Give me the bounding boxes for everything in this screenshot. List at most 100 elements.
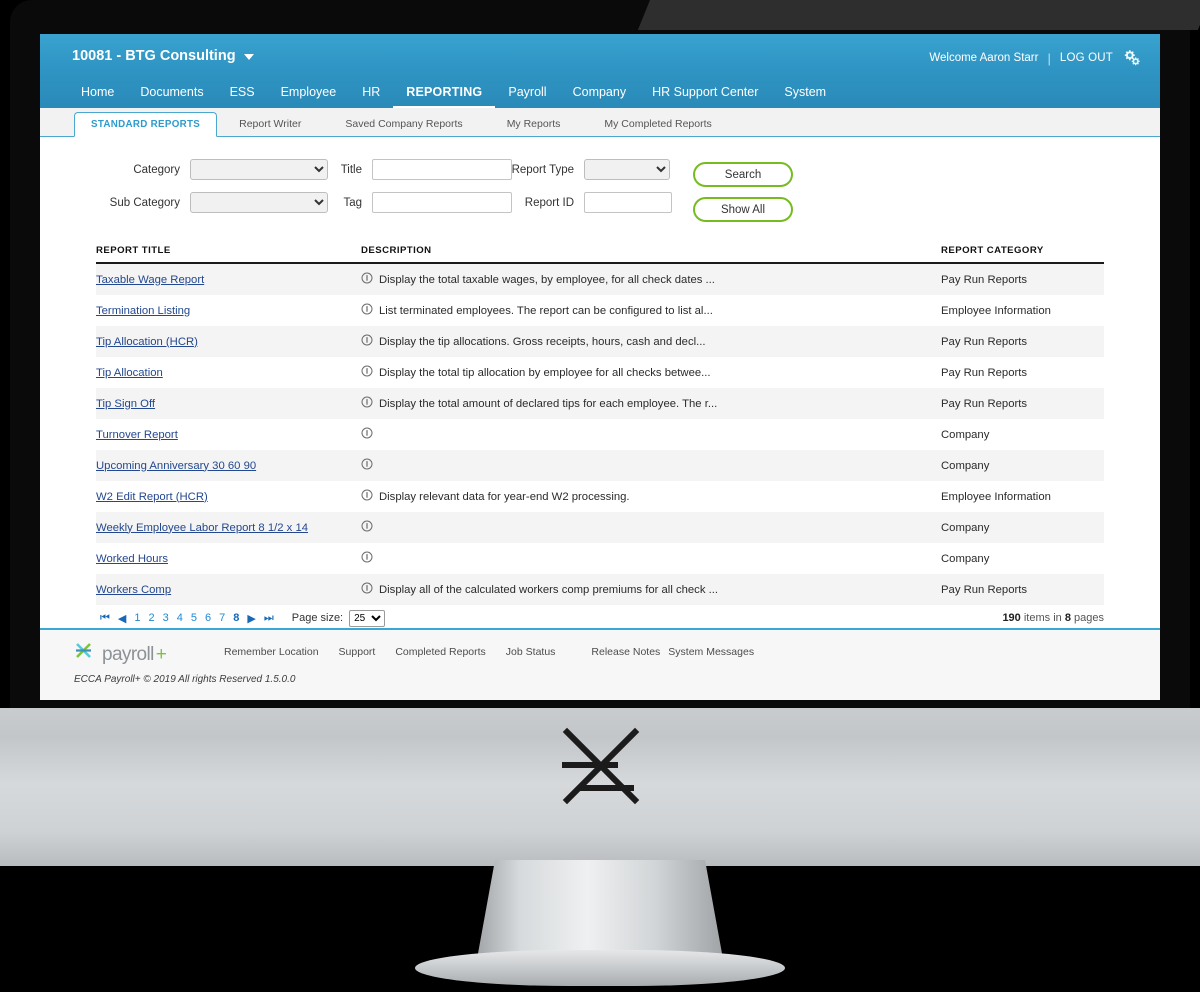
nav-item-system[interactable]: System xyxy=(771,85,839,108)
category-select[interactable] xyxy=(190,159,328,180)
nav-item-payroll[interactable]: Payroll xyxy=(495,85,559,108)
info-icon[interactable] xyxy=(361,458,373,473)
nav-item-documents[interactable]: Documents xyxy=(127,85,216,108)
report-title-link[interactable]: W2 Edit Report (HCR) xyxy=(96,491,208,503)
page-number-7[interactable]: 7 xyxy=(219,612,225,624)
logout-link[interactable]: LOG OUT xyxy=(1060,52,1113,64)
result-count-items: 190 xyxy=(1002,612,1021,624)
info-icon[interactable] xyxy=(361,489,373,504)
report-title-link[interactable]: Tip Sign Off xyxy=(96,398,155,410)
nav-item-ess[interactable]: ESS xyxy=(217,85,268,108)
cell-report-title: Turnover Report xyxy=(96,419,361,450)
company-name: 10081 - BTG Consulting xyxy=(72,48,236,64)
footer-link-support[interactable]: Support xyxy=(339,646,376,658)
page-number-4[interactable]: 4 xyxy=(177,612,183,624)
report-type-select[interactable] xyxy=(584,159,670,180)
last-page-icon[interactable]: ⏭ xyxy=(264,612,274,625)
page-number-8[interactable]: 8 xyxy=(233,612,239,624)
report-type-label: Report Type xyxy=(511,163,574,176)
title-label: Title xyxy=(340,163,362,176)
copyright-text: ECCA Payroll+ © 2019 All rights Reserved… xyxy=(74,674,296,685)
info-icon[interactable] xyxy=(361,303,373,318)
title-input[interactable] xyxy=(372,159,512,180)
bezel-highlight xyxy=(637,0,1200,30)
result-count-items-word: items in xyxy=(1023,612,1062,624)
info-icon[interactable] xyxy=(361,582,373,597)
report-title-link[interactable]: Worked Hours xyxy=(96,553,168,565)
tab-my-reports[interactable]: My Reports xyxy=(485,113,583,136)
footer-link-job-status[interactable]: Job Status xyxy=(506,646,556,658)
description-text: Display all of the calculated workers co… xyxy=(379,583,719,596)
cell-description: Display the total taxable wages, by empl… xyxy=(361,263,941,295)
report-title-link[interactable]: Termination Listing xyxy=(96,305,190,317)
footer-link-system-messages[interactable]: System Messages xyxy=(668,646,754,658)
column-header-report-title[interactable]: REPORT TITLE xyxy=(96,245,361,264)
cell-report-category: Company xyxy=(941,521,990,534)
cell-description: Display the total tip allocation by empl… xyxy=(361,357,941,388)
page-number-3[interactable]: 3 xyxy=(163,612,169,624)
report-id-input[interactable] xyxy=(584,192,672,213)
tab-saved-company-reports[interactable]: Saved Company Reports xyxy=(323,113,484,136)
cell-report-title: Tip Allocation xyxy=(96,357,361,388)
info-icon[interactable] xyxy=(361,272,373,287)
info-icon[interactable] xyxy=(361,396,373,411)
first-page-icon[interactable]: ⏮ xyxy=(100,612,110,625)
page-number-2[interactable]: 2 xyxy=(149,612,155,624)
info-icon[interactable] xyxy=(361,334,373,349)
table-header-row: REPORT TITLE DESCRIPTION REPORT CATEGORY xyxy=(96,245,1104,264)
nav-item-hr[interactable]: HR xyxy=(349,85,393,108)
cell-report-category: Pay Run Reports xyxy=(941,273,1028,286)
page-number-6[interactable]: 6 xyxy=(205,612,211,624)
report-title-link[interactable]: Upcoming Anniversary 30 60 90 xyxy=(96,460,256,472)
column-header-description[interactable]: DESCRIPTION xyxy=(361,245,941,264)
footer-links: Remember Location Support Completed Repo… xyxy=(224,646,754,658)
page-number-1[interactable]: 1 xyxy=(134,612,140,624)
report-id-field-group: Report ID xyxy=(502,192,672,213)
report-title-link[interactable]: Weekly Employee Labor Report 8 1/2 x 14 xyxy=(96,522,308,534)
nav-item-hr-support-center[interactable]: HR Support Center xyxy=(639,85,771,108)
company-switcher[interactable]: 10081 - BTG Consulting xyxy=(72,48,254,64)
subcategory-select[interactable] xyxy=(190,192,328,213)
description-text: Display the total tip allocation by empl… xyxy=(379,366,711,379)
subcategory-label: Sub Category xyxy=(109,196,180,209)
report-title-link[interactable]: Tip Allocation xyxy=(96,367,163,379)
report-title-link[interactable]: Turnover Report xyxy=(96,429,178,441)
nav-item-company[interactable]: Company xyxy=(560,85,640,108)
info-icon[interactable] xyxy=(361,520,373,535)
previous-page-icon[interactable]: ◀ xyxy=(118,612,126,625)
table-row: Taxable Wage Report Display the total tax… xyxy=(96,263,1104,295)
report-title-link[interactable]: Taxable Wage Report xyxy=(96,274,204,286)
search-button[interactable]: Search xyxy=(693,162,793,187)
footer-link-release-notes[interactable]: Release Notes xyxy=(591,646,660,658)
report-title-link[interactable]: Tip Allocation (HCR) xyxy=(96,336,198,348)
tab-report-writer[interactable]: Report Writer xyxy=(217,113,323,136)
application-screen: 10081 - BTG Consulting Welcome Aaron Sta… xyxy=(40,34,1160,700)
nav-item-reporting[interactable]: REPORTING xyxy=(393,85,496,108)
page-number-5[interactable]: 5 xyxy=(191,612,197,624)
table-row: Tip Allocation (HCR) Display the tip allo… xyxy=(96,326,1104,357)
gears-icon[interactable] xyxy=(1122,49,1142,67)
footer-link-remember-location[interactable]: Remember Location xyxy=(224,646,319,658)
page-size-select[interactable]: 102550100 xyxy=(349,609,386,627)
footer-link-completed-reports[interactable]: Completed Reports xyxy=(395,646,485,658)
nav-item-home[interactable]: Home xyxy=(68,85,127,108)
info-icon[interactable] xyxy=(361,365,373,380)
tag-input[interactable] xyxy=(372,192,512,213)
tab-standard-reports[interactable]: STANDARD REPORTS xyxy=(74,112,218,137)
cell-description xyxy=(361,450,941,481)
subtab-bar: STANDARD REPORTS Report Writer Saved Com… xyxy=(40,108,1160,137)
info-icon[interactable] xyxy=(361,427,373,442)
table-row: Termination Listing List terminated emplo… xyxy=(96,295,1104,326)
next-page-icon[interactable]: ▶ xyxy=(247,612,255,625)
column-header-report-category[interactable]: REPORT CATEGORY xyxy=(941,245,1104,264)
header-user-area: Welcome Aaron Starr | LOG OUT xyxy=(929,49,1142,67)
show-all-button[interactable]: Show All xyxy=(693,197,793,222)
tab-my-completed-reports[interactable]: My Completed Reports xyxy=(582,113,733,136)
cell-description xyxy=(361,512,941,543)
cell-report-title: Weekly Employee Labor Report 8 1/2 x 14 xyxy=(96,512,361,543)
info-icon[interactable] xyxy=(361,551,373,566)
report-title-link[interactable]: Workers Comp xyxy=(96,584,171,596)
nav-item-employee[interactable]: Employee xyxy=(268,85,350,108)
table-row: Worked Hours Company xyxy=(96,543,1104,574)
table-row: W2 Edit Report (HCR) Display relevant dat… xyxy=(96,481,1104,512)
